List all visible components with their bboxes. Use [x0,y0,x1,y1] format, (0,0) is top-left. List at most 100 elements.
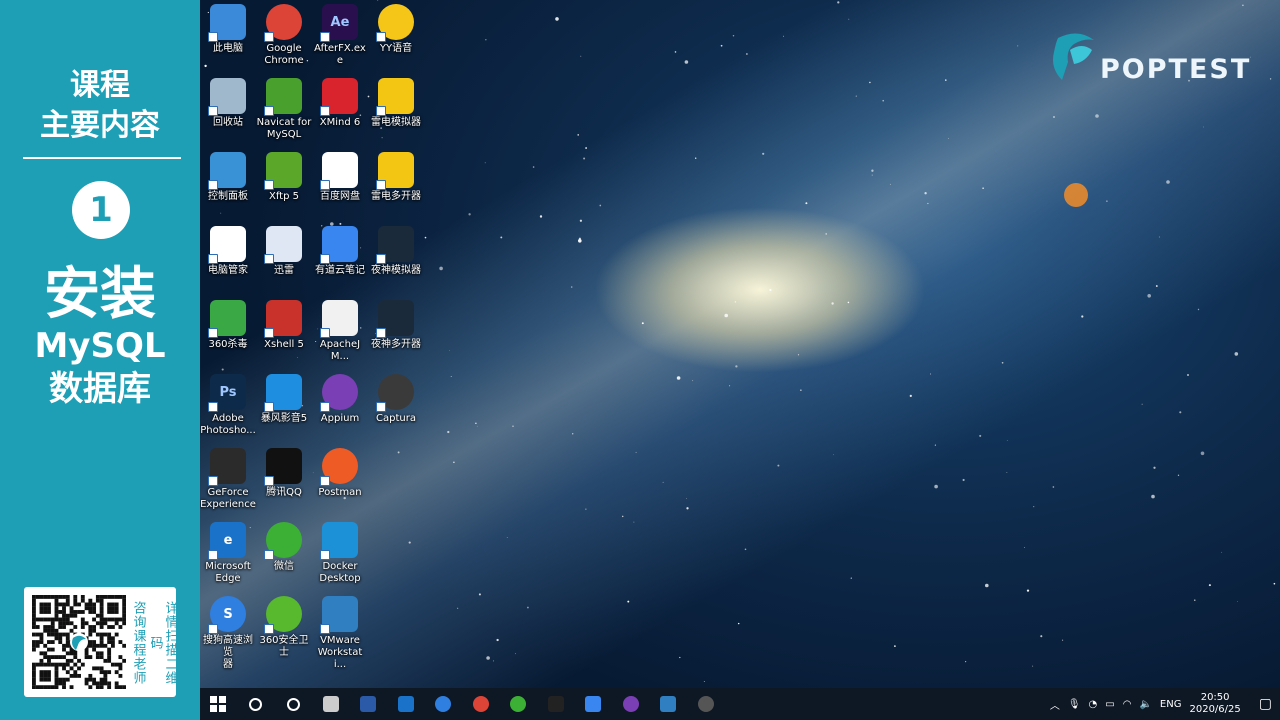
qr-module [43,662,48,667]
notifications-icon[interactable]: ▢ [1259,696,1272,712]
qr-module [32,673,36,678]
xmind-icon [320,78,358,116]
desktop-icon-baofeng[interactable]: 暴风影音5 [256,374,312,425]
shortcut-arrow-icon [264,32,274,42]
qr-module [73,625,78,629]
shortcut-arrow-icon [264,476,274,486]
show-hidden-icons-icon[interactable]: ︿ [1050,697,1060,712]
desktop-icon-qq[interactable]: 腾讯QQ [256,448,312,499]
taskbar-youdao[interactable] [581,692,605,716]
qr-module [99,625,104,629]
star [695,157,697,159]
taskbar-edge[interactable] [394,692,418,716]
desktop-icon-docker[interactable]: Docker Desktop [312,522,368,585]
desktop-icon-xshell[interactable]: Xshell 5 [256,300,312,351]
star [485,39,487,41]
desktop-icon-photoshop[interactable]: Ps Adobe Photosho... [200,374,256,437]
qr-module [54,610,59,614]
star [882,99,884,102]
desktop-icon-youdao-note[interactable]: 有道云笔记 [312,226,368,277]
desktop-icon-postman[interactable]: Postman [312,448,368,499]
taskbar-powershell[interactable] [356,692,380,716]
qr-module [58,640,63,644]
qr-module [110,662,115,667]
volume-icon[interactable]: 🔈 [1139,699,1151,710]
qr-module [62,625,66,629]
qr-module [122,643,126,648]
battery-icon[interactable]: ▭ [1105,699,1114,710]
qr-module [122,613,126,618]
desktop-icon-appium[interactable]: Appium [312,374,368,425]
microphone-icon[interactable]: 🎙 [1068,699,1081,710]
star [633,521,635,523]
appium-icon [622,696,639,712]
qr-module [47,685,51,689]
network-icon[interactable]: ◔ [1089,699,1098,710]
star [1155,285,1158,287]
sogou-icon [435,696,451,712]
desktop-icon-computer[interactable]: 此电脑 [200,4,256,55]
star [674,51,677,53]
star [583,157,586,160]
desktop-icon-captura[interactable]: Captura [368,374,424,425]
desktop-icon-navicat[interactable]: Navicat for MySQL [256,78,312,141]
cortana-button[interactable] [281,692,305,716]
desktop-icon-xftp[interactable]: Xftp 5 [256,152,312,203]
qr-module [32,666,36,671]
qr-module [62,632,66,637]
desktop-icon-360-antivirus[interactable]: 360杀毒 [200,300,256,351]
system-tray: ︿ 🎙 ◔ ▭ ◠ 🔈 ENG 20:50 2020/6/25 ▢ [1050,688,1272,720]
taskbar-sogou[interactable] [431,692,455,716]
qr-module [65,677,70,682]
qr-module [73,651,78,656]
language-indicator[interactable]: ENG [1160,699,1182,710]
qr-module [88,628,93,633]
desktop-icon-recycle-bin[interactable]: 回收站 [200,78,256,129]
taskbar-appium[interactable] [619,692,643,716]
desktop-icon-edge[interactable]: e Microsoft Edge [200,522,256,585]
qr-module [50,621,55,626]
desktop-icon-sogou-browser[interactable]: S 搜狗高速浏览 器 [200,596,256,671]
qr-module [62,685,66,689]
desktop-icon-pc-manager[interactable]: 电脑管家 [200,226,256,277]
clock[interactable]: 20:50 2020/6/25 [1189,692,1240,716]
taskbar-task-view[interactable] [319,692,343,716]
taskbar-captura[interactable] [694,692,718,716]
desktop-icon-leidian[interactable]: 雷电模拟器 [368,78,424,129]
shortcut-arrow-icon [264,180,274,190]
taskbar-qq[interactable] [544,692,568,716]
desktop[interactable]: POPTEST 此电脑 Google Chrome Ae AfterFX.exe YY语… [200,0,1280,688]
desktop-icon-xunlei[interactable]: 迅雷 [256,226,312,277]
desktop-icon-nox-multi[interactable]: 夜神多开器 [368,300,424,351]
desktop-icon-nox[interactable]: 夜神模拟器 [368,226,424,277]
search-button[interactable] [244,692,268,716]
desktop-icon-geforce[interactable]: GeForce Experience [200,448,256,511]
star [1081,315,1084,318]
desktop-icon-wechat[interactable]: 微信 [256,522,312,573]
taskbar-wechat[interactable] [506,692,530,716]
star [453,461,455,464]
star [1158,236,1160,238]
desktop-icon-xmind[interactable]: XMind 6 [312,78,368,129]
star [339,222,342,225]
taskbar-vmware[interactable] [656,692,680,716]
qr-module [114,632,119,637]
desktop-icon-control-panel[interactable]: 控制面板 [200,152,256,203]
desktop-icon-360-safe[interactable]: 360安全卫士 [256,596,312,659]
star [965,661,967,663]
qr-module [32,640,36,644]
desktop-icon-jmeter[interactable]: ApacheJM... [312,300,368,363]
desktop-icon-vmware[interactable]: VMware Workstati... [312,596,368,671]
desktop-icon-baidu-netdisk[interactable]: 百度网盘 [312,152,368,203]
desktop-icon-after-effects[interactable]: Ae AfterFX.exe [312,4,368,67]
qr-module [95,632,100,637]
taskbar-chrome[interactable] [469,692,493,716]
desktop-icon-chrome[interactable]: Google Chrome [256,4,312,67]
wifi-icon[interactable]: ◠ [1123,699,1132,710]
start-button[interactable] [206,692,230,716]
qr-module [99,681,104,686]
star [468,213,471,216]
desktop-icon-leidian-multi[interactable]: 雷电多开器 [368,152,424,203]
desktop-icon-yy[interactable]: YY语音 [368,4,424,55]
qr-module [88,677,93,682]
